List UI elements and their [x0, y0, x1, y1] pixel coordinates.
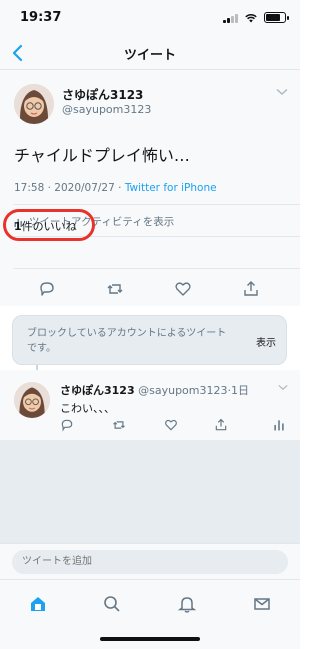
reply-text: こわい、、、	[60, 402, 115, 415]
home-indicator	[100, 637, 200, 641]
retweet-icon[interactable]	[112, 418, 126, 432]
compose-bar	[0, 543, 300, 579]
tweet-user-handle[interactable]: @sayupom3123	[62, 103, 151, 116]
search-icon[interactable]	[102, 594, 122, 614]
tweet-timestamp: 17:58 · 2020/07/27 ·	[14, 182, 125, 194]
status-bar: 19:37	[0, 0, 300, 36]
reply-user-handle[interactable]: @sayupom3123	[135, 384, 227, 397]
avatar[interactable]	[14, 84, 54, 124]
reply-icon[interactable]	[60, 418, 74, 432]
blocked-tweet-notice: ブロックしているアカウントによるツイートです。 表示	[12, 315, 287, 365]
status-time: 19:37	[20, 10, 62, 25]
chevron-down-icon[interactable]	[276, 88, 288, 96]
messages-envelope-icon[interactable]	[252, 594, 272, 614]
reply-icon[interactable]	[38, 280, 56, 298]
reply-tweet[interactable]: さゆぽん3123 @sayupom3123·1日 こわい、、、	[0, 370, 300, 440]
avatar[interactable]	[14, 382, 50, 418]
chevron-down-icon[interactable]	[278, 384, 288, 391]
reply-time: ·1日	[227, 384, 250, 397]
tweet-text: チャイルドプレイ怖い…	[14, 146, 190, 165]
like-heart-icon[interactable]	[164, 418, 178, 432]
signal-icon	[223, 13, 238, 23]
show-blocked-button[interactable]: 表示	[256, 334, 276, 349]
likes-highlight-circle	[3, 209, 95, 241]
retweet-icon[interactable]	[106, 280, 124, 298]
reply-header: さゆぽん3123 @sayupom3123·1日	[60, 382, 249, 398]
wifi-icon	[245, 13, 257, 22]
home-icon[interactable]	[28, 594, 48, 614]
blocked-tweet-message: ブロックしているアカウントによるツイートです。	[27, 328, 227, 354]
share-icon[interactable]	[214, 418, 228, 432]
memoji-avatar-icon	[14, 382, 50, 418]
tweet-user-name[interactable]: さゆぽん3123	[62, 86, 143, 103]
reply-user-name[interactable]: さゆぽん3123	[60, 384, 135, 397]
share-icon[interactable]	[242, 280, 260, 298]
memoji-avatar-icon	[14, 84, 54, 124]
add-tweet-input[interactable]	[12, 550, 288, 574]
divider	[14, 268, 300, 269]
tweet-action-bar	[0, 276, 300, 304]
tweet-client-link[interactable]: Twitter for iPhone	[125, 182, 217, 194]
status-icons	[223, 12, 289, 23]
divider	[14, 204, 300, 205]
bar-chart-icon[interactable]	[272, 418, 286, 432]
main-tweet: さゆぽん3123 @sayupom3123 チャイルドプレイ怖い… 17:58 …	[0, 70, 300, 306]
tweet-meta: 17:58 · 2020/07/27 · Twitter for iPhone	[14, 182, 217, 194]
nav-bar: ツイート	[0, 36, 300, 70]
reply-action-bar	[0, 418, 300, 434]
like-heart-icon[interactable]	[174, 280, 192, 298]
notifications-bell-icon[interactable]	[177, 594, 197, 614]
battery-icon	[264, 12, 289, 23]
empty-area	[0, 440, 300, 543]
page-title: ツイート	[123, 48, 176, 63]
